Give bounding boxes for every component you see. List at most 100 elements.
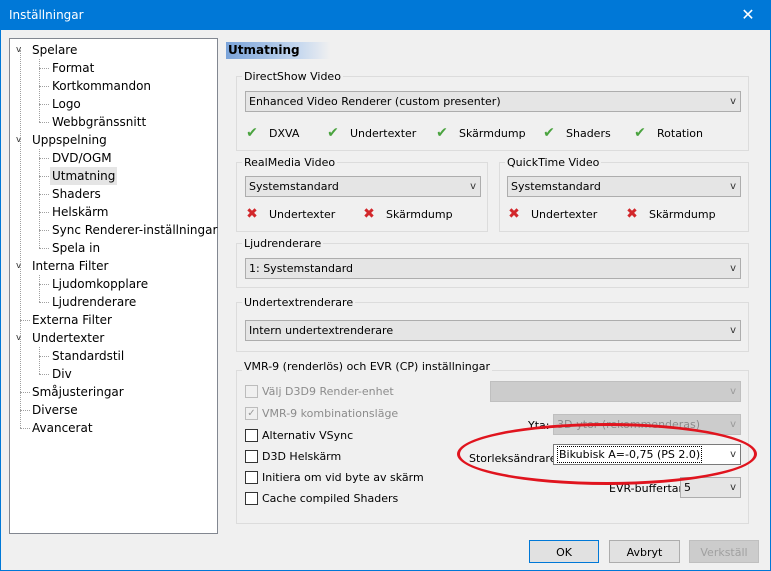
- tree-item-dvd-ogm[interactable]: DVD/OGM: [50, 149, 114, 167]
- tree-item-sync-renderer-inställningar[interactable]: Sync Renderer-inställningar: [50, 221, 219, 239]
- tree-item-kortkommandon[interactable]: Kortkommandon: [50, 77, 153, 95]
- evr-buffers-value: 5: [684, 481, 691, 494]
- feature-undertexter: ✔ Undertexter: [324, 125, 416, 141]
- tree-item-utmatning[interactable]: Utmatning: [50, 167, 118, 185]
- checkbox-checked-icon: ✓: [245, 407, 258, 420]
- chevron-down-icon: v: [730, 482, 736, 493]
- alternative-vsync-checkbox[interactable]: Alternativ VSync: [245, 429, 353, 445]
- close-icon[interactable]: ✕: [725, 0, 771, 30]
- tree-item-logo[interactable]: Logo: [50, 95, 83, 113]
- realmedia-label: RealMedia Video: [242, 156, 338, 169]
- vmr-label: VMR-9 (renderlös) och EVR (CP) inställni…: [242, 360, 492, 373]
- tree-item-webbgränssnitt[interactable]: Webbgränssnitt: [50, 113, 148, 131]
- tree-connector: [39, 284, 49, 285]
- tree-item-interna-filter[interactable]: Interna Filter: [30, 257, 110, 275]
- tree-item-spelare[interactable]: Spelare: [30, 41, 79, 59]
- tree-connector: [39, 302, 49, 303]
- subtitle-renderer-label: Undertextrenderare: [242, 296, 356, 309]
- cache-compiled-shaders-checkbox[interactable]: Cache compiled Shaders: [245, 492, 398, 508]
- tree-item-spela-in[interactable]: Spela in: [50, 239, 102, 257]
- tree-connector: [39, 86, 49, 87]
- window-frame-left: [0, 30, 1, 571]
- cross-icon: ✖: [508, 206, 520, 222]
- d3d9-render-device-checkbox[interactable]: Välj D3D9 Render-enhet: [245, 385, 394, 401]
- expand-icon[interactable]: v: [16, 329, 26, 347]
- resizer-label: Storleksändrare:: [469, 452, 561, 465]
- check-mark-icon: ✔: [246, 125, 258, 141]
- tree-connector: [39, 230, 49, 231]
- tree-connector: [20, 320, 30, 321]
- realmedia-feature-skarmdump: ✖ Skärmdump: [360, 206, 452, 222]
- evr-buffers-label: EVR-buffertar:: [609, 482, 687, 495]
- ok-button[interactable]: OK: [529, 540, 599, 563]
- check-mark-icon: ✔: [327, 125, 339, 141]
- tree-connector: [39, 176, 49, 177]
- quicktime-feature-undertexter: ✖ Undertexter: [505, 206, 597, 222]
- feature-skarmdump: ✔ Skärmdump: [433, 125, 525, 141]
- quicktime-label: QuickTime Video: [505, 156, 602, 169]
- tree-connector: [39, 68, 49, 69]
- vmr9-mixer-checkbox[interactable]: ✓ VMR-9 kombinationsläge: [245, 407, 398, 423]
- quicktime-renderer-value: Systemstandard: [511, 180, 601, 193]
- quicktime-renderer-select[interactable]: Systemstandard v: [507, 176, 741, 197]
- tree-item-undertexter[interactable]: Undertexter: [30, 329, 106, 347]
- tree-connector: [39, 356, 49, 357]
- expand-icon[interactable]: v: [16, 131, 26, 149]
- chevron-down-icon: v: [730, 325, 736, 336]
- title-bar: Inställningar ✕: [0, 0, 771, 30]
- d3d9-device-select[interactable]: v: [490, 381, 741, 402]
- tree-item-helskärm[interactable]: Helskärm: [50, 203, 111, 221]
- feature-rotation: ✔ Rotation: [631, 125, 703, 141]
- evr-buffers-select[interactable]: 5 v: [680, 477, 741, 498]
- tree-item-uppspelning[interactable]: Uppspelning: [30, 131, 109, 149]
- tree-connector: [20, 392, 30, 393]
- tree-connector: [39, 347, 40, 374]
- tree-connector: [20, 428, 30, 429]
- tree-connector: [39, 122, 49, 123]
- realmedia-feature-undertexter: ✖ Undertexter: [243, 206, 335, 222]
- expand-icon[interactable]: v: [16, 41, 26, 59]
- feature-dxva: ✔ DXVA: [243, 125, 299, 141]
- tree-item-ljudrenderare[interactable]: Ljudrenderare: [50, 293, 138, 311]
- tree-connector: [39, 374, 49, 375]
- tree-connector: [20, 410, 30, 411]
- tree-item-ljudomkopplare[interactable]: Ljudomkopplare: [50, 275, 150, 293]
- feature-shaders: ✔ Shaders: [540, 125, 611, 141]
- tree-connector: [39, 194, 49, 195]
- tree-connector: [39, 158, 49, 159]
- audio-renderer-select[interactable]: 1: Systemstandard v: [245, 258, 741, 279]
- window-title: Inställningar: [9, 8, 84, 22]
- d3d-fullscreen-checkbox[interactable]: D3D Helskärm: [245, 450, 341, 466]
- realmedia-renderer-value: Systemstandard: [249, 180, 339, 193]
- subtitle-renderer-select[interactable]: Intern undertextrenderare v: [245, 320, 741, 341]
- reinit-on-display-change-checkbox[interactable]: Initiera om vid byte av skärm: [245, 471, 424, 487]
- checkbox-box: [245, 385, 258, 398]
- tree-item-externa-filter[interactable]: Externa Filter: [30, 311, 114, 329]
- check-mark-icon: ✔: [543, 125, 555, 141]
- tree-item-standardstil[interactable]: Standardstil: [50, 347, 126, 365]
- tree-item-diverse[interactable]: Diverse: [30, 401, 80, 419]
- realmedia-renderer-select[interactable]: Systemstandard v: [245, 176, 481, 197]
- resizer-select[interactable]: Bikubisk A=-0,75 (PS 2.0) v: [553, 444, 741, 465]
- directshow-renderer-value: Enhanced Video Renderer (custom presente…: [249, 95, 501, 108]
- cross-icon: ✖: [626, 206, 638, 222]
- quicktime-feature-skarmdump: ✖ Skärmdump: [623, 206, 715, 222]
- directshow-renderer-select[interactable]: Enhanced Video Renderer (custom presente…: [245, 91, 741, 112]
- chevron-down-icon: v: [730, 96, 736, 107]
- checkbox-box: [245, 471, 258, 484]
- chevron-down-icon: v: [470, 181, 476, 192]
- tree-item-shaders[interactable]: Shaders: [50, 185, 103, 203]
- tree-item-avancerat[interactable]: Avancerat: [30, 419, 95, 437]
- surface-select[interactable]: 3D-ytor (rekommenderas) v: [553, 414, 741, 435]
- apply-button[interactable]: Verkställ: [689, 540, 759, 563]
- cross-icon: ✖: [246, 206, 258, 222]
- tree-item-småjusteringar[interactable]: Småjusteringar: [30, 383, 126, 401]
- expand-icon[interactable]: v: [16, 257, 26, 275]
- chevron-down-icon: v: [730, 449, 736, 460]
- settings-tree[interactable]: v Spelare Format Kortkommandon Logo Webbgräns…: [9, 38, 218, 534]
- check-mark-icon: ✔: [436, 125, 448, 141]
- tree-item-div[interactable]: Div: [50, 365, 74, 383]
- cancel-button[interactable]: Avbryt: [609, 540, 680, 563]
- check-mark-icon: ✔: [634, 125, 646, 141]
- tree-item-format[interactable]: Format: [50, 59, 96, 77]
